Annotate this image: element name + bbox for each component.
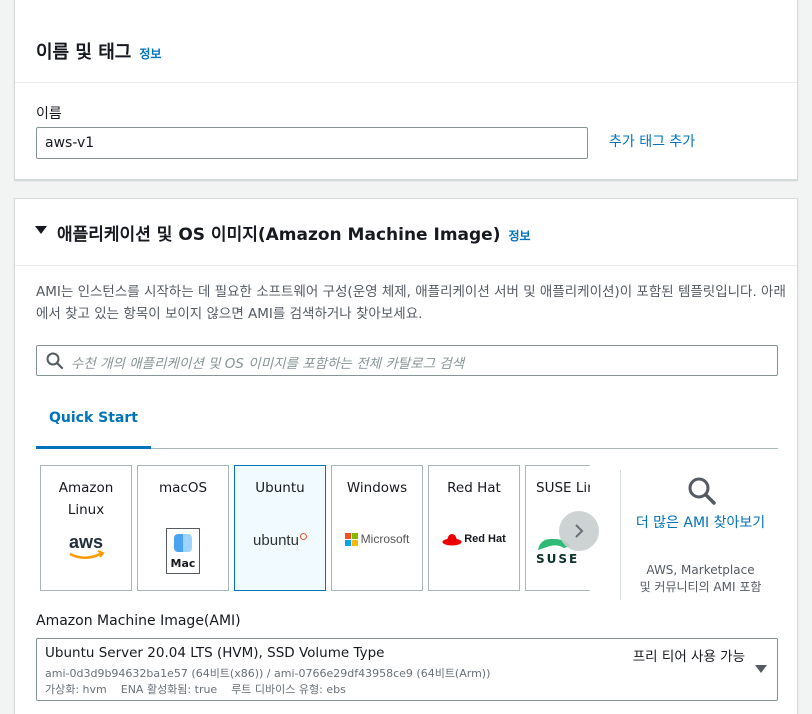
next-tiles-button[interactable] [559, 511, 599, 551]
microsoft-logo-icon: Microsoft [332, 532, 422, 546]
ubuntu-logo-text: ubuntu [253, 532, 299, 549]
ami-description: AMI는 인스턴스를 시작하는 데 필요한 소프트웨어 구성(운영 체제, 애플… [36, 284, 786, 322]
os-tiles: Amazon Linux aws macOS Mac Ubuntu ubuntu… [40, 465, 590, 592]
browse-more-amis[interactable]: 더 많은 AMI 찾아보기 AWS, Marketplace 및 커뮤니티의 A… [620, 470, 780, 600]
suse-logo-text: SUSE [536, 552, 580, 566]
tile-macos[interactable]: macOS Mac [137, 465, 229, 591]
ami-meta: 가상화: hvm ENA 활성화됨: true 루트 디바이스 유형: ebs [45, 683, 346, 696]
name-tags-panel: 이름 및 태그 정보 이름 aws-v1 추가 태그 추가 [14, 0, 798, 180]
tile-label: Amazon Linux [58, 480, 114, 518]
ami-ids: ami-0d3d9b94632ba1e57 (64비트(x86)) / ami-… [45, 667, 491, 680]
tile-label: Windows [346, 480, 408, 496]
info-link[interactable]: 정보 [139, 47, 161, 61]
ubuntu-logo-icon: ubuntu [235, 532, 325, 549]
tile-windows[interactable]: Windows Microsoft [331, 465, 423, 591]
ami-panel: 애플리케이션 및 OS 이미지(Amazon Machine Image) 정보 … [14, 198, 798, 714]
collapse-caret-icon[interactable] [35, 226, 47, 234]
search-placeholder: 수천 개의 애플리케이션 및 OS 이미지를 포함하는 전체 카탈로그 검색 [71, 356, 465, 372]
name-label: 이름 [36, 106, 62, 122]
tile-label: Red Hat [447, 480, 501, 496]
aws-logo-icon: aws [41, 532, 131, 564]
section-title-text: 애플리케이션 및 OS 이미지(Amazon Machine Image) [57, 225, 501, 245]
free-tier-badge: 프리 티어 사용 가능 [632, 649, 745, 665]
tab-quick-start[interactable]: Quick Start [36, 396, 151, 449]
chevron-right-icon [575, 524, 584, 538]
add-tag-link[interactable]: 추가 태그 추가 [609, 131, 695, 151]
redhat-logo-icon: Red Hat [429, 532, 519, 546]
tile-label: Ubuntu [255, 480, 305, 496]
tile-label: SUSE Lin [536, 480, 590, 496]
aws-logo-text: aws [69, 532, 103, 552]
catalog-search-input[interactable]: 수천 개의 애플리케이션 및 OS 이미지를 포함하는 전체 카탈로그 검색 [36, 345, 778, 376]
microsoft-logo-text: Microsoft [360, 532, 410, 546]
chevron-down-icon [755, 665, 767, 673]
info-link[interactable]: 정보 [508, 229, 530, 243]
ami-label: Amazon Machine Image(AMI) [36, 613, 241, 629]
tile-amazon-linux[interactable]: Amazon Linux aws [40, 465, 132, 591]
search-icon [688, 477, 716, 505]
tile-ubuntu[interactable]: Ubuntu ubuntu [234, 465, 326, 591]
mac-logo-icon: Mac [138, 528, 228, 574]
ami-select[interactable]: Ubuntu Server 20.04 LTS (HVM), SSD Volum… [36, 638, 778, 701]
section-title: 이름 및 태그 정보 [36, 38, 161, 64]
section-title: 애플리케이션 및 OS 이미지(Amazon Machine Image) 정보 [57, 220, 531, 245]
ami-name: Ubuntu Server 20.04 LTS (HVM), SSD Volum… [45, 645, 385, 661]
mac-logo-text: Mac [170, 557, 196, 570]
name-input[interactable]: aws-v1 [36, 127, 588, 159]
panel-header: 이름 및 태그 정보 [15, 0, 797, 83]
browse-more-description: AWS, Marketplace 및 커뮤니티의 AMI 포함 [639, 563, 762, 594]
panel-header: 애플리케이션 및 OS 이미지(Amazon Machine Image) 정보 [15, 199, 797, 266]
tile-label: macOS [158, 480, 208, 496]
tile-red-hat[interactable]: Red Hat Red Hat [428, 465, 520, 591]
redhat-logo-text: Red Hat [464, 533, 506, 545]
tab-bar: Quick Start [36, 396, 778, 449]
search-icon [46, 352, 64, 370]
section-title-text: 이름 및 태그 [36, 42, 132, 63]
browse-more-link[interactable]: 더 많은 AMI 찾아보기 [621, 512, 780, 534]
